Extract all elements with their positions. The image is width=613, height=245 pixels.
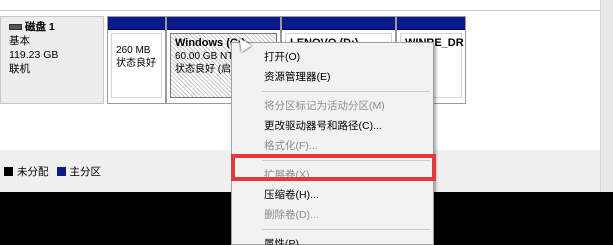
legend-unallocated-label: 未分配 bbox=[17, 166, 49, 178]
partition-recovery[interactable]: 260 MB 状态良好 bbox=[107, 16, 166, 104]
vertical-scrollbar[interactable] bbox=[600, 0, 613, 192]
menu-item-shrink-volume[interactable]: 压缩卷(H)... bbox=[232, 185, 433, 205]
partition-bar bbox=[282, 17, 395, 30]
partition-bar bbox=[397, 17, 465, 30]
partition-bar bbox=[167, 17, 280, 30]
highlight-box bbox=[231, 154, 436, 181]
disk-status: 联机 bbox=[9, 63, 30, 75]
menu-item-delete-volume[interactable]: 删除卷(D)... bbox=[232, 205, 433, 225]
disk-icon bbox=[9, 24, 22, 30]
disk-1-label[interactable]: 磁盘 1 基本 119.23 GB 联机 bbox=[0, 16, 104, 104]
menu-item-mark-active[interactable]: 将分区标记为活动分区(M) bbox=[232, 96, 433, 116]
menu-item-change-drive-letter[interactable]: 更改驱动器号和路径(C)... bbox=[232, 116, 433, 136]
partition-status: 状态良好 bbox=[116, 58, 156, 69]
partition-bar bbox=[108, 17, 165, 30]
menu-separator bbox=[262, 91, 430, 92]
divider bbox=[0, 10, 600, 11]
legend: 未分配 主分区 bbox=[4, 164, 101, 179]
menu-item-format[interactable]: 格式化(F)... bbox=[232, 136, 433, 156]
legend-primary-label: 主分区 bbox=[69, 166, 102, 178]
disk-type: 基本 bbox=[9, 35, 30, 47]
menu-item-open[interactable]: 打开(O) bbox=[232, 47, 433, 67]
disk-size: 119.23 GB bbox=[9, 49, 59, 61]
unallocated-swatch bbox=[4, 167, 13, 176]
partition-body: 260 MB 状态良好 bbox=[111, 33, 162, 98]
menu-item-properties[interactable]: 属性(P) bbox=[232, 234, 433, 245]
disk-name: 磁盘 1 bbox=[25, 21, 55, 33]
menu-item-explorer[interactable]: 资源管理器(E) bbox=[232, 67, 433, 87]
partition-size: 260 MB bbox=[116, 45, 151, 56]
primary-swatch bbox=[56, 167, 66, 176]
context-menu: 打开(O) 资源管理器(E) 将分区标记为活动分区(M) 更改驱动器号和路径(C… bbox=[231, 42, 434, 245]
menu-separator bbox=[262, 229, 430, 230]
disk-title: 磁盘 1 bbox=[9, 20, 103, 34]
